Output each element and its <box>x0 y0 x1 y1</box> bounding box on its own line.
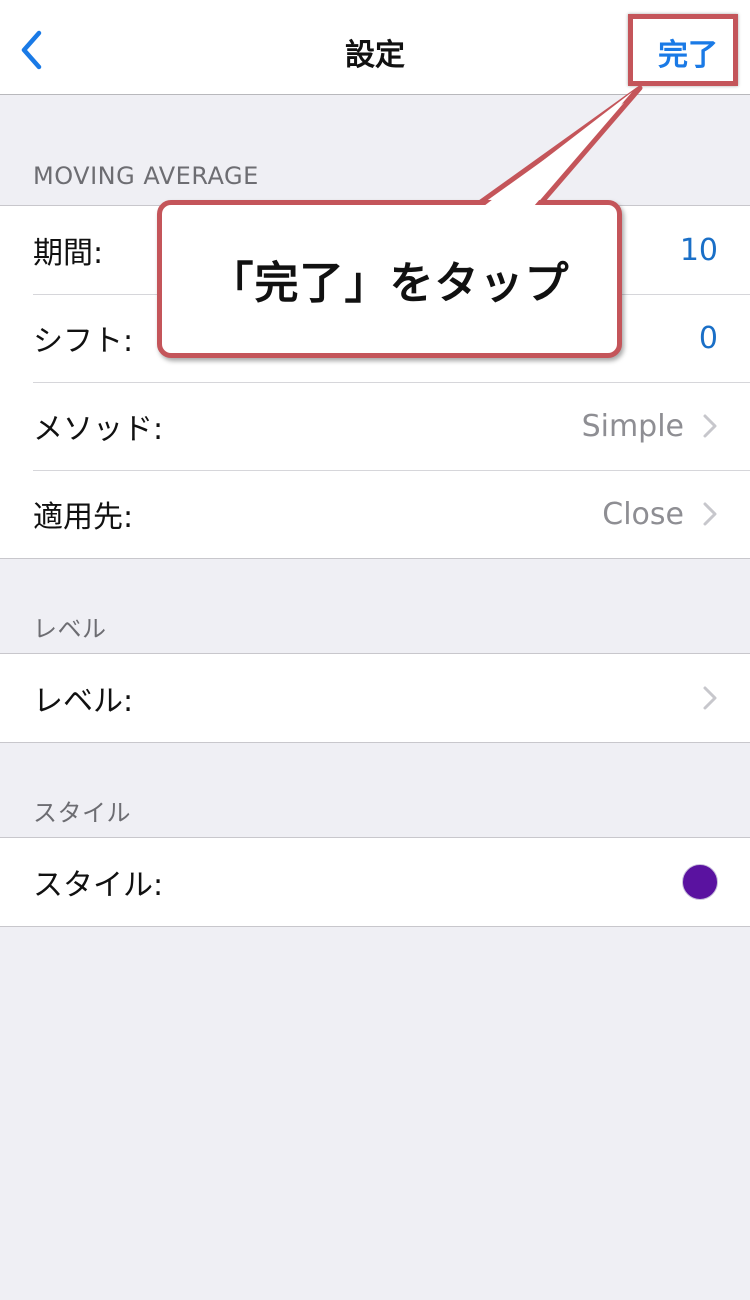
annotation-callout: 「完了」をタップ <box>157 200 622 358</box>
section-header-level: レベル <box>33 615 107 643</box>
style-label: スタイル: <box>33 868 164 903</box>
chevron-right-icon <box>702 685 718 711</box>
apply-to-row[interactable]: 適用先: Close <box>0 470 750 558</box>
period-value[interactable]: 10 <box>680 233 718 268</box>
method-label: メソッド: <box>33 412 164 447</box>
section-header-style: スタイル <box>33 799 131 827</box>
level-group: レベル: <box>0 653 750 743</box>
callout-text: 「完了」をタップ <box>209 258 570 309</box>
done-highlight-box <box>628 14 738 86</box>
chevron-right-icon <box>702 501 718 527</box>
method-value: Simple <box>581 408 684 444</box>
chevron-right-icon <box>702 413 718 439</box>
color-swatch[interactable] <box>682 864 718 900</box>
section-header-moving-average: MOVING AVERAGE <box>33 162 259 190</box>
apply-to-value: Close <box>602 496 684 532</box>
callout-pointer <box>475 85 643 207</box>
style-group: スタイル: <box>0 837 750 927</box>
style-row[interactable]: スタイル: <box>0 838 750 926</box>
apply-to-label: 適用先: <box>33 500 134 535</box>
level-row[interactable]: レベル: <box>0 654 750 742</box>
method-row[interactable]: メソッド: Simple <box>0 382 750 470</box>
level-label: レベル: <box>33 684 134 719</box>
shift-value[interactable]: 0 <box>699 321 718 356</box>
callout-pointer-cover <box>484 92 632 206</box>
